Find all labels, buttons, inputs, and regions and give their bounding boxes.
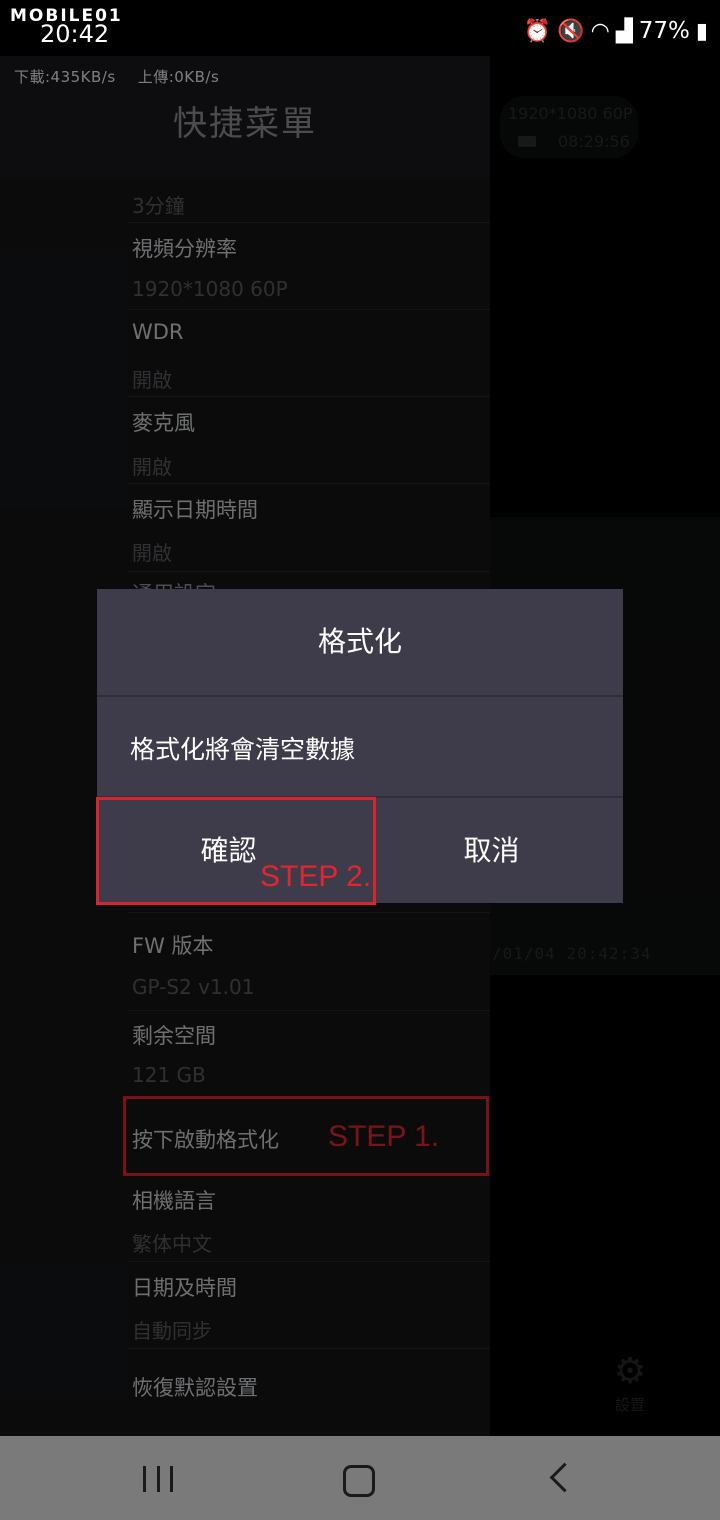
alarm-icon: ⏰ (523, 18, 552, 44)
dialog-message: 格式化將會清空數據 (130, 735, 356, 764)
step2-annotation: STEP 2. (260, 860, 372, 893)
cancel-button[interactable]: 取消 (360, 798, 623, 903)
signal-icon: ▟ (615, 18, 633, 44)
battery-percent: 77% (638, 18, 690, 44)
home-icon[interactable] (343, 1465, 375, 1497)
battery-icon: ▮ (695, 18, 708, 44)
recent-apps-icon[interactable] (143, 1466, 173, 1492)
mute-icon: 🔇 (557, 18, 585, 44)
wifi-icon: ◠ (590, 18, 610, 44)
dialog-divider (97, 695, 623, 697)
status-icons: ⏰ 🔇 ◠ ▟ 77% ▮ (524, 18, 708, 44)
status-clock: 20:42 (40, 20, 110, 48)
dialog-title: 格式化 (317, 625, 402, 658)
